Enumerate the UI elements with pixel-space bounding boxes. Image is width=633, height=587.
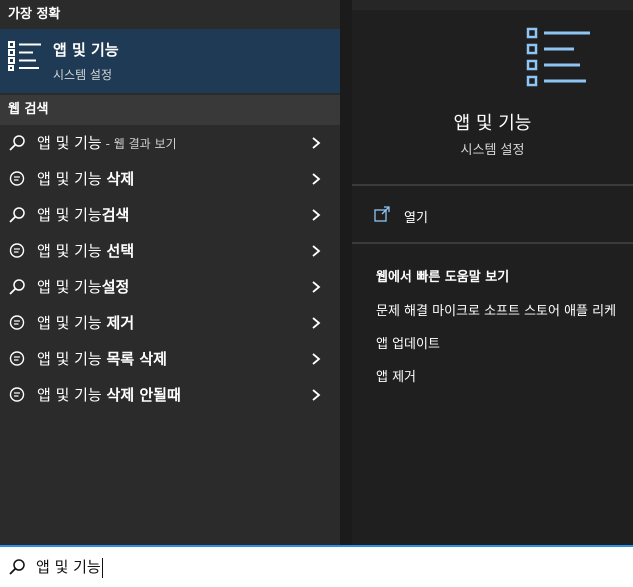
chevron-right-icon <box>312 353 321 365</box>
apps-list-icon <box>8 41 41 71</box>
web-result-label: 앱 및 기능검색 <box>37 206 130 224</box>
preview-top-strip <box>352 0 633 10</box>
quick-help-link[interactable]: 앱 제거 <box>376 366 416 385</box>
chevron-right-icon <box>312 389 321 401</box>
text-caret <box>101 557 103 578</box>
chevron-right-icon <box>312 137 321 149</box>
preview-divider <box>352 184 633 186</box>
web-result-item[interactable]: 앱 및 기능 제거 <box>0 305 340 341</box>
web-result-label: 앱 및 기능 삭제 안될때 <box>37 386 181 404</box>
search-icon <box>9 559 25 575</box>
web-result-item[interactable]: 앱 및 기능 목록 삭제 <box>0 341 340 377</box>
search-icon <box>9 135 25 151</box>
quick-help-link[interactable]: 문제 해결 마이크로 소프트 스토어 애플 리케 <box>376 300 616 319</box>
chat-bubble-icon <box>9 351 25 366</box>
web-result-label: 앱 및 기능설정 <box>37 278 130 296</box>
chevron-right-icon <box>312 281 321 293</box>
chat-bubble-icon <box>9 315 25 330</box>
apps-list-icon <box>526 27 590 87</box>
web-result-label: 앱 및 기능 제거 <box>37 314 135 332</box>
search-box[interactable]: 앱 및 기능 <box>0 545 633 587</box>
chat-bubble-icon <box>9 243 25 258</box>
best-match-result[interactable]: 앱 및 기능 시스템 설정 <box>0 29 340 93</box>
web-result-label: 앱 및 기능 - 웹 결과 보기 <box>37 134 177 152</box>
search-icon <box>9 207 25 223</box>
results-pane: 가장 정확 앱 및 기능 시스템 설정 웹 검색 앱 및 기능 - 웹 결과 보… <box>0 0 340 545</box>
web-result-label: 앱 및 기능 선택 <box>37 242 135 260</box>
chevron-right-icon <box>312 317 321 329</box>
open-external-icon <box>374 206 390 222</box>
best-match-header: 가장 정확 <box>0 0 340 30</box>
chat-bubble-icon <box>9 171 25 186</box>
web-result-item[interactable]: 앱 및 기능 삭제 <box>0 161 340 197</box>
open-label: 열기 <box>404 211 428 226</box>
web-result-item[interactable]: 앱 및 기능설정 <box>0 269 340 305</box>
web-search-header: 웹 검색 <box>0 95 340 125</box>
search-input[interactable]: 앱 및 기능 <box>36 556 103 578</box>
web-results-list: 앱 및 기능 - 웹 결과 보기 앱 및 기능 삭제 앱 및 기능검색 앱 및 … <box>0 125 340 413</box>
chat-bubble-icon <box>9 387 25 402</box>
chevron-right-icon <box>312 173 321 185</box>
best-match-subtitle: 시스템 설정 <box>53 68 113 82</box>
web-result-item[interactable]: 앱 및 기능 삭제 안될때 <box>0 377 340 413</box>
best-match-title: 앱 및 기능 <box>53 41 119 59</box>
preview-divider <box>352 242 633 244</box>
search-icon <box>9 279 25 295</box>
web-result-label: 앱 및 기능 목록 삭제 <box>37 350 167 368</box>
pane-divider <box>340 0 352 545</box>
web-result-item[interactable]: 앱 및 기능검색 <box>0 197 340 233</box>
chevron-right-icon <box>312 209 321 221</box>
preview-pane: 앱 및 기능 시스템 설정 열기 웹에서 빠른 도움말 보기 문제 해결 마이크… <box>352 0 633 545</box>
web-result-label: 앱 및 기능 삭제 <box>37 170 135 188</box>
preview-subtitle: 시스템 설정 <box>460 143 525 158</box>
quick-help-link[interactable]: 앱 업데이트 <box>376 333 440 352</box>
web-result-item[interactable]: 앱 및 기능 선택 <box>0 233 340 269</box>
preview-title: 앱 및 기능 <box>453 113 532 134</box>
web-result-item[interactable]: 앱 및 기능 - 웹 결과 보기 <box>0 125 340 161</box>
chevron-right-icon <box>312 245 321 257</box>
quick-help-header: 웹에서 빠른 도움말 보기 <box>376 270 510 285</box>
